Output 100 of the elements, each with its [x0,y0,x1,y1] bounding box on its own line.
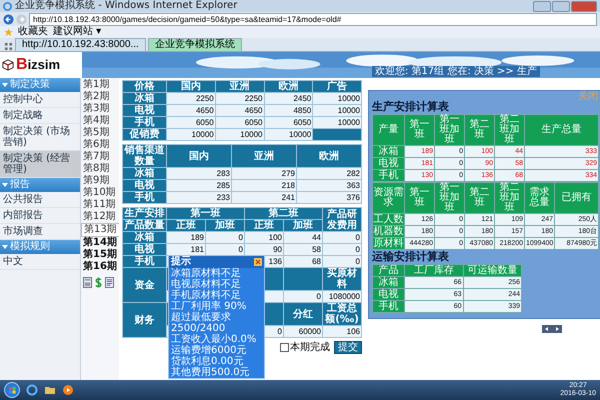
period-link[interactable]: 第5期 [81,127,119,139]
table-cell: 283 [166,168,232,180]
row-label: 原材料 [372,238,404,250]
row-label: 电视 [122,104,166,116]
period-link[interactable]: 第10期 [81,187,119,199]
popup-message: 手机原材料不足 [171,290,241,301]
table-header: 分红 [284,302,322,326]
sidebar-item[interactable]: 制定战略 [0,108,80,124]
period-link[interactable]: 第6期 [81,139,119,151]
period-link[interactable]: 第15期 [81,249,119,261]
row-label: 冰箱 [372,276,404,288]
folder-icon[interactable] [44,384,56,396]
row-label: 冰箱 [122,92,166,104]
caret-icon [2,82,8,88]
table-header: 产量 [372,114,404,146]
browser-tab[interactable]: 企业竞争模拟系统 [148,38,242,51]
favorites-link[interactable]: 收藏夹 [18,26,48,38]
period-link[interactable]: 第16期 [81,261,119,273]
table-header: 欧洲 [264,80,313,92]
navigation-icon[interactable] [542,325,562,333]
report-icon[interactable] [105,277,114,288]
panel-title: 运输安排计算表 [372,250,450,264]
popup-message: 冰箱原材料不足 [171,268,241,279]
row-label: 手机 [372,300,404,312]
table-header: 工资总额(‰) [322,302,362,326]
maximize-button[interactable] [552,0,570,12]
sidebar-item[interactable]: 中文 [0,254,80,270]
table-header: 产品研发费用 [322,208,362,232]
period-link[interactable]: 第7期 [81,151,119,163]
favorites-link[interactable]: 建议网站 ▾ [53,26,102,38]
table-cell: 10000 [166,128,216,140]
row-label: 冰箱 [122,232,166,244]
address-field[interactable]: http://10.18.192.43:8000/games/decision/gameid=50&type=sa&teamid=17&mode=old# [29,12,597,26]
row-label: 冰箱 [122,168,166,180]
row-label: 工人数 [372,214,404,226]
table-cell: 4650 [215,104,264,116]
table-header: 可运输数量 [463,264,522,276]
table-header: 加班 [206,220,244,232]
table-cell: 10000 [264,128,313,140]
table-cell: 233 [166,192,232,204]
table-header: 买原材料 [322,268,362,290]
table-cell: 10000 [312,92,362,104]
sidebar-item[interactable]: 控制中心 [0,92,80,108]
table-header: 需求总量 [524,182,554,214]
row-label: 手机 [122,256,166,268]
table-header: 价格 [122,80,166,92]
popup-message: 工厂利用率 90% [171,301,246,312]
sidebar-item[interactable]: 公共报告 [0,192,80,208]
table-header: 国内 [166,80,216,92]
close-icon[interactable] [254,258,262,266]
row-label: 手机 [372,170,404,182]
table-header: 第一班加班 [434,182,464,214]
table-cell: 10000 [312,104,362,116]
period-link[interactable]: 第13期 [81,223,119,237]
table-cell: 285 [166,180,232,192]
period-link[interactable]: 第14期 [81,237,119,249]
table-cell: 218 [232,180,296,192]
table-cell: 6050 [264,116,313,128]
dollar-icon[interactable] [94,277,103,288]
table-header: 已拥有 [554,182,598,214]
table-cell: 6050 [215,116,264,128]
table-cell: 10000 [312,116,362,128]
period-link[interactable]: 第2期 [81,91,119,103]
start-button[interactable] [4,382,20,398]
period-link[interactable]: 第3期 [81,103,119,115]
table-header: 第一班加班 [434,114,464,146]
table-header: 生产安排 [122,208,166,220]
table-cell: 2250 [166,92,216,104]
row-label: 电视 [122,244,166,256]
row-label: 电视 [372,288,404,300]
period-link[interactable]: 第1期 [81,79,119,91]
close-button[interactable] [571,0,597,12]
quick-tabs-icon[interactable] [4,42,13,51]
browser-icon[interactable] [26,384,38,396]
period-link[interactable]: 第9期 [81,175,119,187]
period-link[interactable]: 第4期 [81,115,119,127]
popup-message: 其他费用500.0元 [171,367,250,378]
finish-checkbox[interactable]: 本期完成 [280,342,330,353]
row-label: 促销费 [122,128,166,140]
calculator-icon[interactable] [83,277,92,288]
table-cell: 6050 [166,116,216,128]
submit-button[interactable]: 提交 [334,341,362,354]
popup-message: 超过最低要求 [171,312,231,323]
back-button[interactable] [3,14,14,24]
table-header: 第二班 [464,114,494,146]
sidebar-item[interactable]: 制定决策 (经营管理) [0,151,80,178]
table-header: 工厂库存 [404,264,463,276]
table-header: 产品数量 [122,220,166,232]
sidebar-item[interactable]: 内部报告 [0,208,80,224]
popup-message: 电视原材料不足 [171,279,241,290]
minimize-button[interactable] [533,0,551,12]
period-link[interactable]: 第11期 [81,199,119,211]
table-header: 第二班加班 [494,182,524,214]
period-link[interactable]: 第8期 [81,163,119,175]
row-label: 资金 [122,268,166,302]
table-cell: 363 [296,180,362,192]
period-link[interactable]: 第12期 [81,211,119,223]
table-header: 销售渠道数量 [122,144,166,168]
media-player-icon[interactable] [62,384,74,396]
browser-tab[interactable]: http://10.10.192.43:8000... [15,38,146,51]
